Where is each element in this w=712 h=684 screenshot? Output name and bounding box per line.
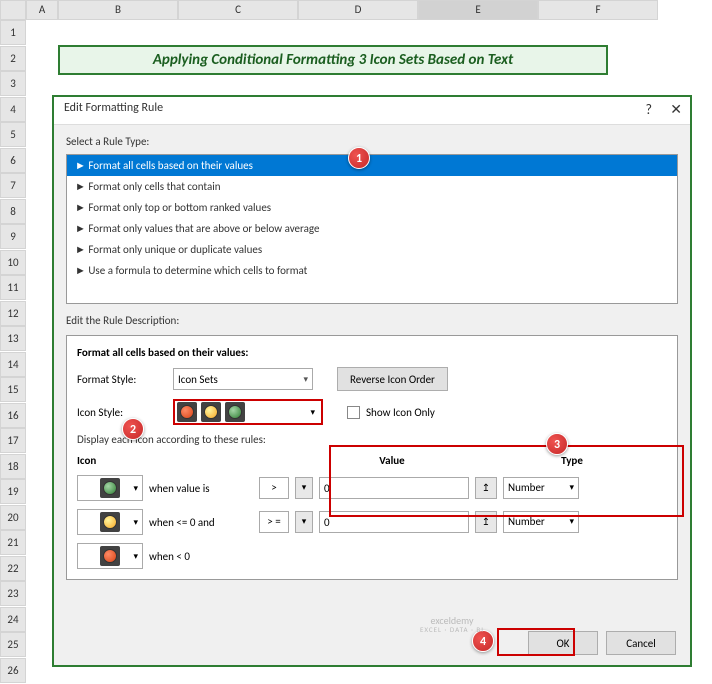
icon-select-3[interactable] — [77, 543, 143, 569]
callout-2: 2 — [122, 418, 144, 440]
row-header-3[interactable]: 3 — [0, 71, 26, 96]
when-label-2: when <= 0 and — [149, 516, 253, 529]
row-header-19[interactable]: 19 — [0, 479, 26, 504]
when-label-1: when value is — [149, 482, 253, 495]
operator-select-1[interactable]: > — [259, 477, 289, 499]
row-header-9[interactable]: 9 — [0, 224, 26, 249]
row-header-13[interactable]: 13 — [0, 326, 26, 351]
rule-type-item[interactable]: ► Format only top or bottom ranked value… — [67, 197, 677, 218]
format-style-select[interactable]: Icon Sets — [173, 368, 313, 390]
operator-dropdown-2[interactable]: ▾ — [295, 511, 313, 533]
select-all-corner[interactable] — [0, 0, 26, 20]
row-header-25[interactable]: 25 — [0, 632, 26, 657]
rule-type-list[interactable]: ► Format all cells based on their values… — [66, 154, 678, 304]
help-button[interactable]: ? — [646, 101, 653, 118]
row-header-20[interactable]: 20 — [0, 505, 26, 530]
worksheet-title: Applying Conditional Formatting 3 Icon S… — [58, 45, 608, 75]
row-header-5[interactable]: 5 — [0, 122, 26, 147]
dialog-titlebar: Edit Formatting Rule ? ✕ — [54, 97, 690, 125]
show-icon-only-checkbox[interactable] — [347, 406, 360, 419]
cancel-button[interactable]: Cancel — [606, 631, 676, 655]
icon-header: Icon — [77, 454, 277, 467]
dialog-title-text: Edit Formatting Rule — [64, 101, 163, 115]
watermark: exceldemy EXCEL · DATA · BI — [420, 615, 484, 634]
row-header-8[interactable]: 8 — [0, 199, 26, 224]
desc-title: Format all cells based on their values: — [77, 346, 667, 359]
rule-type-item[interactable]: ► Format only values that are above or b… — [67, 218, 677, 239]
row-header-21[interactable]: 21 — [0, 530, 26, 555]
row-header-7[interactable]: 7 — [0, 173, 26, 198]
col-header-D[interactable]: D — [298, 0, 418, 20]
rule-type-item[interactable]: ► Format only cells that contain — [67, 176, 677, 197]
row-header-17[interactable]: 17 — [0, 428, 26, 453]
row-header-15[interactable]: 15 — [0, 377, 26, 402]
icon-select-2[interactable] — [77, 509, 143, 535]
col-header-A[interactable]: A — [26, 0, 58, 20]
col-header-B[interactable]: B — [58, 0, 178, 20]
annotation-box-ok — [497, 628, 575, 656]
row-header-12[interactable]: 12 — [0, 301, 26, 326]
annotation-box-rules — [329, 445, 684, 517]
icon-style-label: Icon Style: — [77, 406, 167, 419]
row-header-14[interactable]: 14 — [0, 352, 26, 377]
row-header-2[interactable]: 2 — [0, 46, 26, 71]
col-header-E[interactable]: E — [418, 0, 538, 20]
col-header-F[interactable]: F — [538, 0, 658, 20]
col-header-C[interactable]: C — [178, 0, 298, 20]
operator-select-2[interactable]: > = — [259, 511, 289, 533]
row-header-4[interactable]: 4 — [0, 97, 26, 122]
show-icon-only-label: Show Icon Only — [366, 406, 435, 419]
row-header-24[interactable]: 24 — [0, 607, 26, 632]
close-button[interactable]: ✕ — [670, 101, 682, 118]
rule-type-item[interactable]: ► Format only unique or duplicate values — [67, 239, 677, 260]
rule-type-item[interactable]: ► Format all cells based on their values — [67, 155, 677, 176]
icon-select-1[interactable] — [77, 475, 143, 501]
row-header-23[interactable]: 23 — [0, 581, 26, 606]
callout-1: 1 — [348, 147, 370, 169]
row-header-18[interactable]: 18 — [0, 454, 26, 479]
row-header-11[interactable]: 11 — [0, 275, 26, 300]
when-label-3: when < 0 — [149, 550, 253, 563]
row-header-1[interactable]: 1 — [0, 20, 26, 45]
icon-style-select[interactable] — [173, 399, 323, 425]
row-header-26[interactable]: 26 — [0, 658, 26, 683]
row-header-16[interactable]: 16 — [0, 403, 26, 428]
callout-3: 3 — [546, 433, 568, 455]
row-header-10[interactable]: 10 — [0, 250, 26, 275]
select-rule-type-label: Select a Rule Type: — [66, 135, 678, 148]
operator-dropdown-1[interactable]: ▾ — [295, 477, 313, 499]
icon-rule-row-3: when < 0 — [77, 543, 667, 569]
format-style-label: Format Style: — [77, 373, 167, 386]
row-header-22[interactable]: 22 — [0, 556, 26, 581]
rule-type-item[interactable]: ► Use a formula to determine which cells… — [67, 260, 677, 281]
edit-formatting-rule-dialog: Edit Formatting Rule ? ✕ Select a Rule T… — [52, 95, 692, 667]
row-header-6[interactable]: 6 — [0, 148, 26, 173]
edit-description-label: Edit the Rule Description: — [66, 314, 678, 327]
reverse-icon-order-button[interactable]: Reverse Icon Order — [337, 367, 448, 391]
